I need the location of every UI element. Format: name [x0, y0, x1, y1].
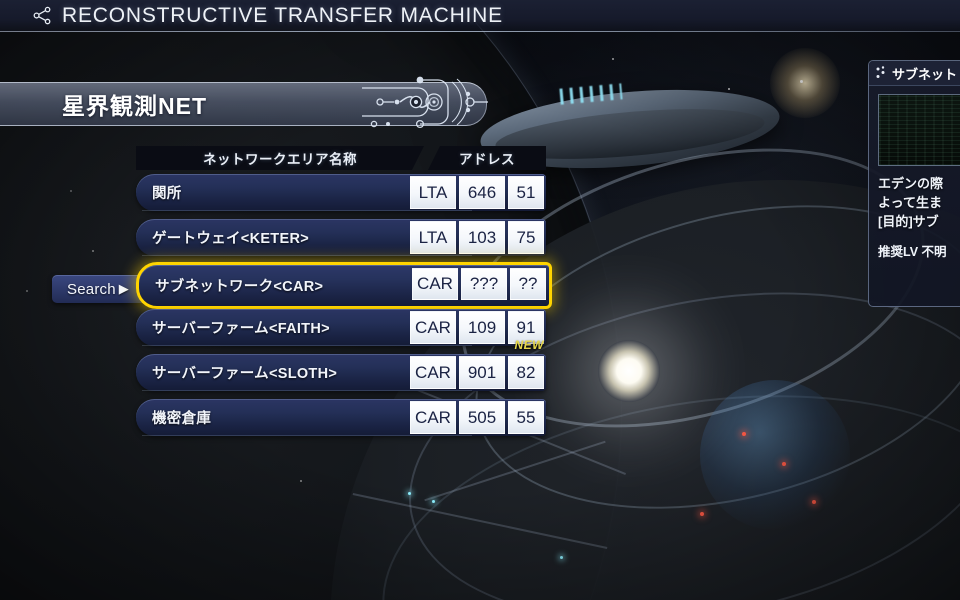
table-row-body[interactable]: 機密倉庫 CAR 505 55 — [136, 399, 546, 436]
row-separator — [142, 255, 472, 256]
row-address-cell-2: 103 — [459, 221, 505, 254]
table-row[interactable]: サーバーファーム<FAITH> CAR 109 91 — [136, 305, 546, 350]
row-address-cell-3: 75 — [508, 221, 544, 254]
row-address-cell-2: 505 — [459, 401, 505, 434]
search-tab-label: Search — [67, 280, 116, 298]
row-address-cell-3: 51 — [508, 176, 544, 209]
title-bar: RECONSTRUCTIVE TRANSFER MACHINE — [0, 0, 960, 32]
page-title: RECONSTRUCTIVE TRANSFER MACHINE — [62, 4, 503, 27]
column-header-name: ネットワークエリア名称 — [136, 146, 424, 170]
row-address-group: CAR????? — [412, 268, 546, 300]
row-address-group: CAR 901 82 — [410, 356, 544, 389]
info-panel-title: サブネット — [892, 66, 958, 82]
row-address-cell-2: ??? — [461, 268, 507, 300]
section-banner: 星界観測NET — [0, 82, 487, 126]
row-address-cell-1: CAR — [412, 268, 458, 300]
table-row[interactable]: サーバーファーム<SLOTH> CAR 901 82 NEW — [136, 338, 546, 395]
info-panel: サブネット エデンの際よって生ま [目的]サブ 推奨LV 不明 — [868, 60, 960, 307]
info-panel-text-line: [目的]サブ — [878, 214, 939, 229]
row-area-name: ゲートウェイ<KETER> — [152, 231, 309, 247]
play-arrow-icon: ▶ — [118, 281, 129, 296]
row-address-cell-1: LTA — [410, 221, 456, 254]
new-badge: NEW — [514, 338, 544, 352]
table-row-body[interactable]: 関所 LTA 646 51 — [136, 174, 546, 211]
table-row[interactable]: サブネットワーク<CAR> CAR????? — [136, 260, 552, 309]
table-row-body[interactable]: サーバーファーム<SLOTH> CAR 901 82 — [136, 354, 546, 391]
row-address-cell-3: ?? — [510, 268, 546, 300]
row-address-cell-2: 646 — [459, 176, 505, 209]
row-address-group: LTA 103 75 — [410, 221, 544, 254]
table-body: 関所 LTA 646 51 ゲートウェイ<KETER> LTA 103 75 サブネットワーク<… — [136, 170, 552, 440]
row-address-cell-2: 901 — [459, 356, 505, 389]
column-header-address: アドレス — [428, 146, 546, 170]
row-address-cell-2: 109 — [459, 311, 505, 344]
network-share-icon — [32, 5, 54, 27]
row-address-cell-3: 82 — [508, 356, 544, 389]
info-panel-text-line: エデンの際 — [878, 176, 944, 191]
row-address-group: CAR 505 55 — [410, 401, 544, 434]
row-address-cell-1: CAR — [410, 311, 456, 344]
table-row-body[interactable]: サーバーファーム<FAITH> CAR 109 91 — [136, 309, 546, 346]
game-screen: RECONSTRUCTIVE TRANSFER MACHINE 星界観測NET — [0, 0, 960, 600]
search-tab-button[interactable]: Search ▶ — [52, 275, 144, 303]
section-title: 星界観測NET — [62, 93, 207, 119]
row-address-cell-1: CAR — [410, 356, 456, 389]
row-separator — [142, 435, 472, 436]
info-panel-text-line: よって生ま — [878, 195, 942, 210]
row-address-cell-1: LTA — [410, 176, 456, 209]
table-row[interactable]: 機密倉庫 CAR 505 55 — [136, 395, 546, 440]
row-area-name: 機密倉庫 — [152, 411, 212, 427]
row-separator — [142, 390, 472, 391]
row-area-name: サーバーファーム<SLOTH> — [152, 366, 338, 382]
row-separator — [142, 345, 472, 346]
info-panel-header: サブネット — [869, 61, 960, 86]
row-address-cell-3: 55 — [508, 401, 544, 434]
table-row[interactable]: 関所 LTA 646 51 — [136, 170, 546, 215]
recommended-level-label: 推奨LV 不明 — [878, 245, 947, 259]
info-panel-description: エデンの際よって生ま [目的]サブ — [878, 174, 960, 231]
row-area-name: 関所 — [152, 186, 182, 202]
row-separator — [142, 210, 472, 211]
table-row[interactable]: ゲートウェイ<KETER> LTA 103 75 — [136, 215, 546, 260]
row-area-name: サブネットワーク<CAR> — [155, 279, 324, 295]
table-row-body[interactable]: ゲートウェイ<KETER> LTA 103 75 — [136, 219, 546, 256]
network-area-table: ネットワークエリア名称 アドレス 関所 LTA 646 51 ゲートウェイ<KETER>… — [136, 146, 552, 440]
table-header-row: ネットワークエリア名称 アドレス — [136, 146, 546, 170]
info-panel-thumbnail — [878, 94, 960, 166]
dot-cluster-icon — [876, 66, 887, 80]
row-address-group: LTA 646 51 — [410, 176, 544, 209]
row-area-name: サーバーファーム<FAITH> — [152, 321, 330, 337]
row-address-cell-1: CAR — [410, 401, 456, 434]
table-row-selected[interactable]: サブネットワーク<CAR> CAR????? — [136, 262, 552, 309]
